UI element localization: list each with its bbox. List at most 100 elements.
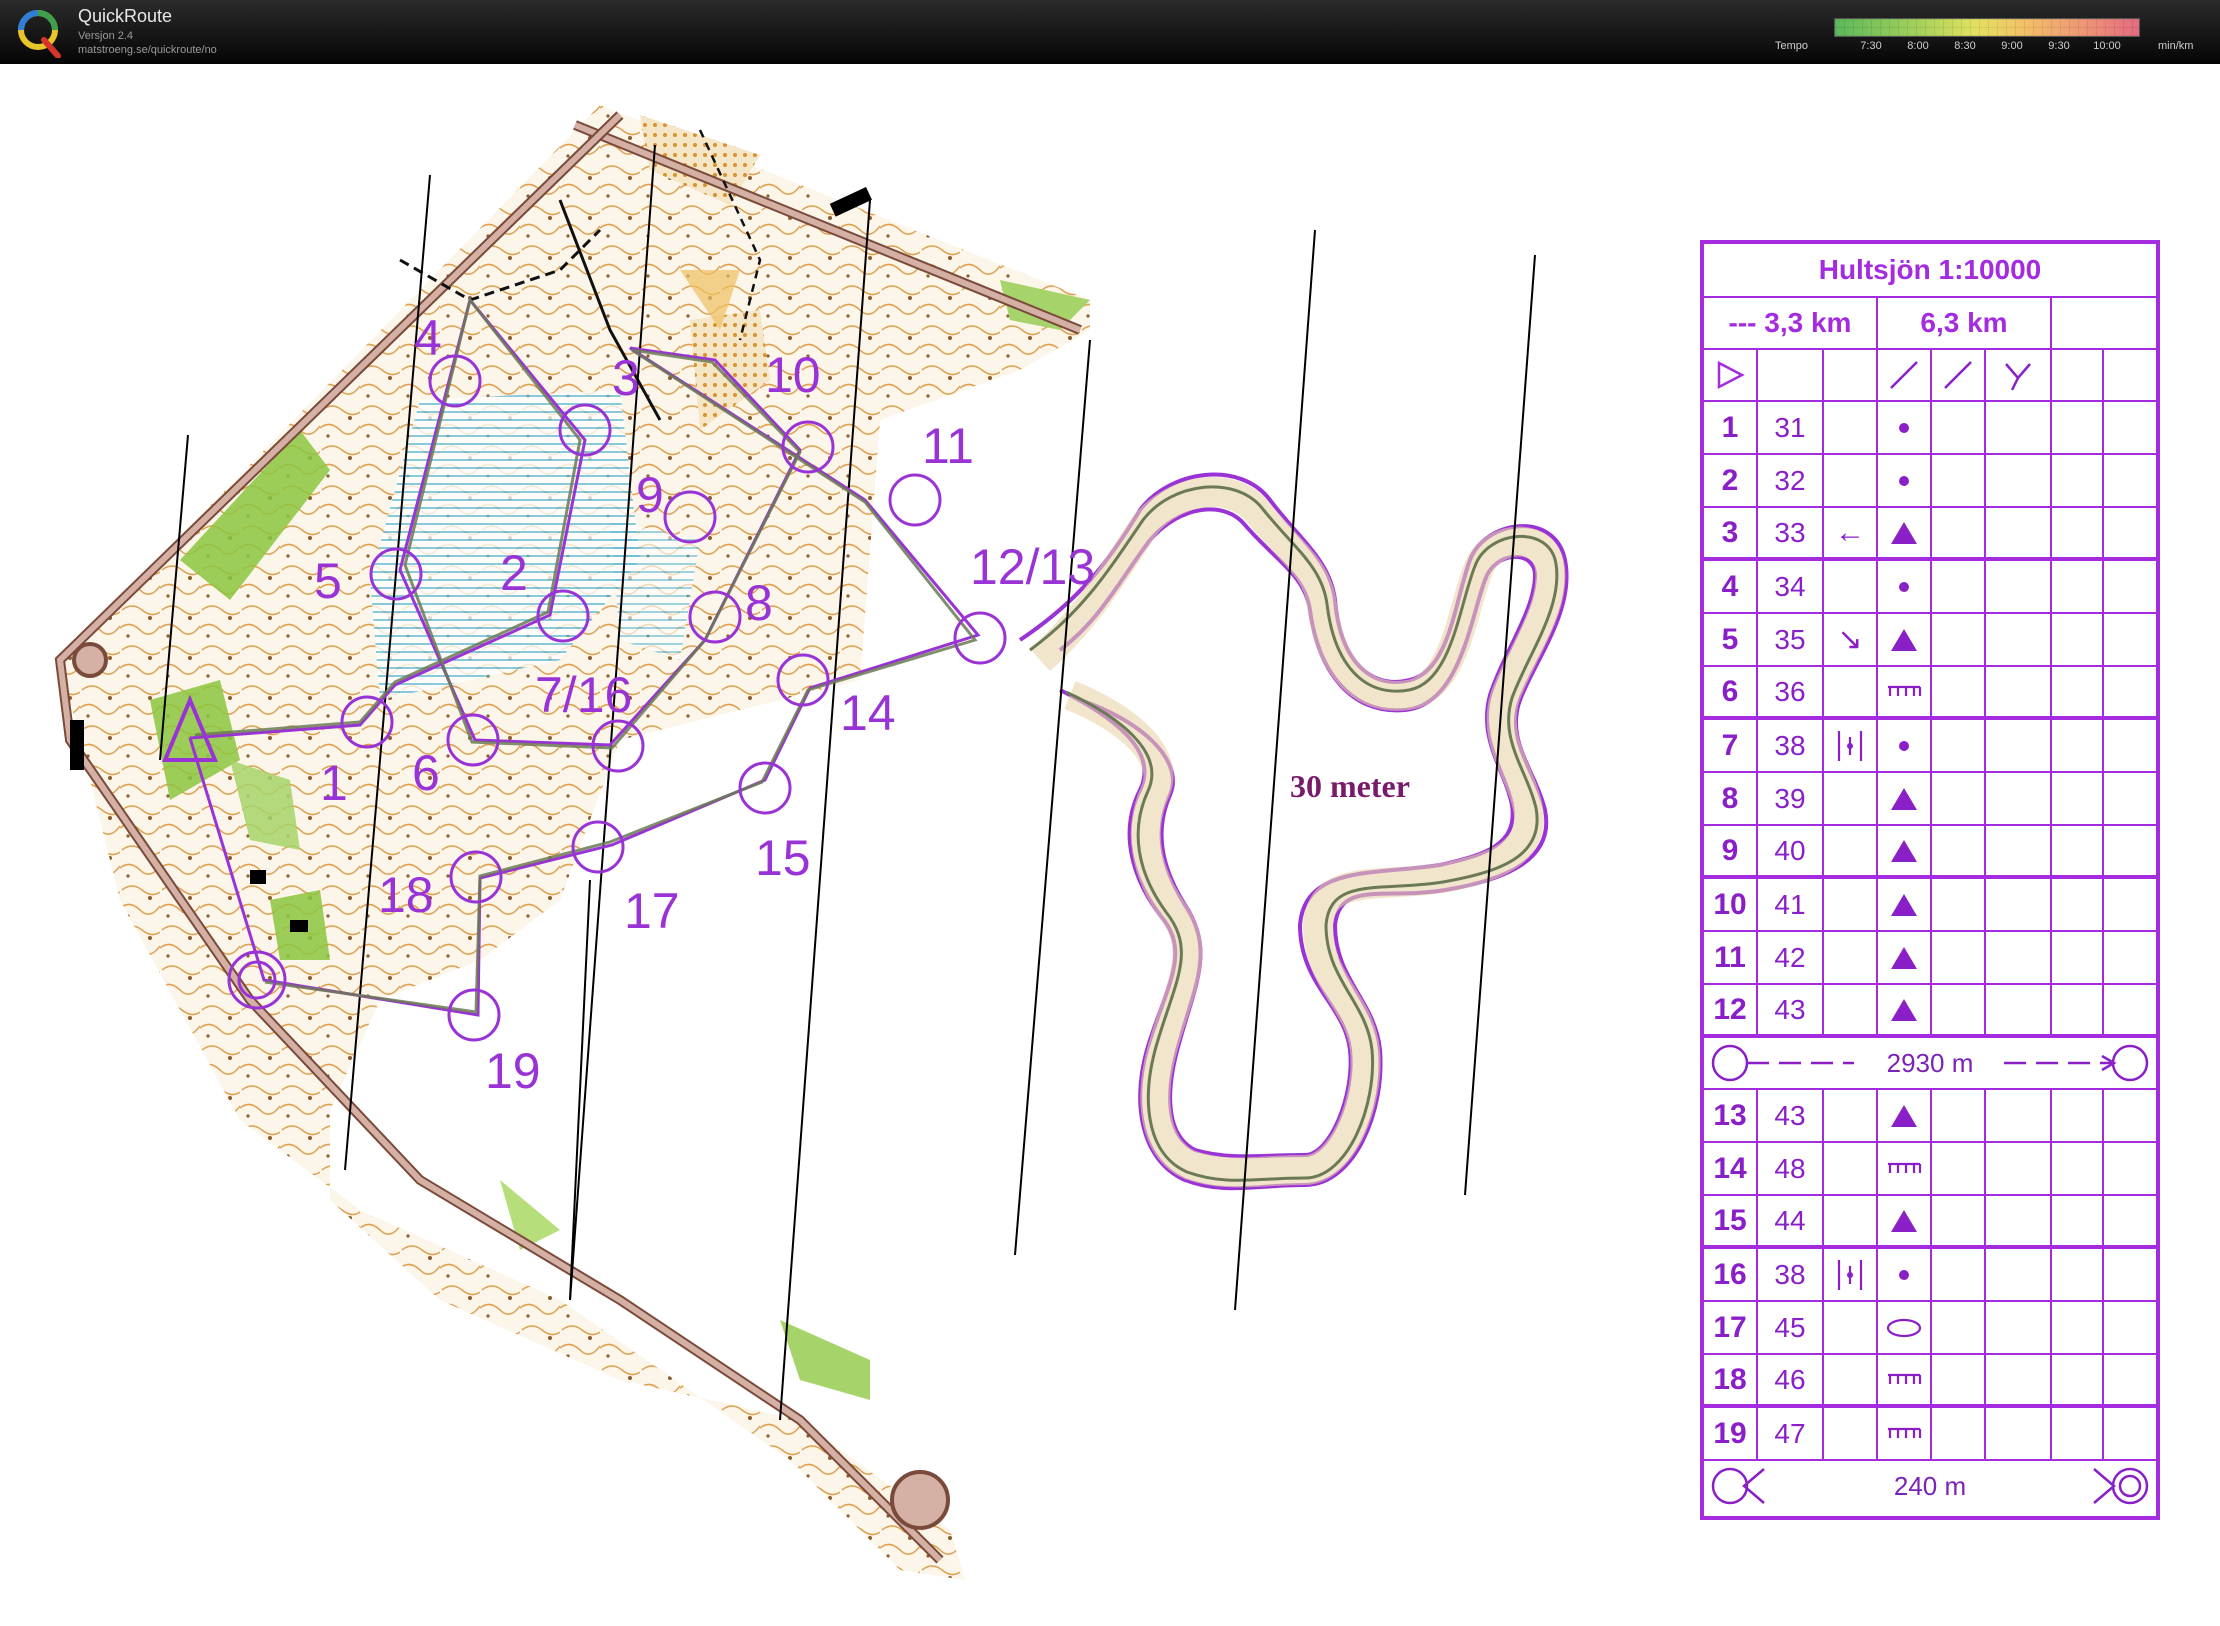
empty-cell [2050, 402, 2102, 453]
control-code: 41 [1756, 879, 1822, 930]
dot-icon [1876, 720, 1930, 771]
mid-distance: 2930 m [1886, 1047, 1974, 1078]
description-row: 3 33 ← [1704, 506, 2156, 559]
description-row: 4 34 [1704, 559, 2156, 612]
triangle-icon [1876, 773, 1930, 824]
start-row [1704, 348, 2156, 400]
empty-cell [2050, 879, 2102, 930]
triangle-icon [1876, 614, 1930, 665]
control-number: 8 [1721, 781, 1739, 815]
control-number: 14 [1713, 1151, 1747, 1185]
empty-cell [2050, 826, 2102, 875]
control-number: 4 [1721, 569, 1739, 603]
empty-cell [2102, 508, 2156, 557]
control-label: 15 [755, 830, 811, 886]
control-number: 15 [1713, 1203, 1747, 1237]
path-icon [1876, 350, 1930, 400]
building [70, 720, 84, 770]
control-label: 17 [624, 883, 680, 939]
empty-cell [1930, 667, 1984, 716]
control-label: 11 [922, 418, 974, 474]
tempo-tick: 9:00 [2001, 40, 2023, 52]
control-label: 8 [745, 575, 773, 631]
empty-cell [1930, 1090, 1984, 1141]
control-label: 5 [314, 553, 342, 609]
empty-cell [1984, 1249, 2050, 1300]
empty-cell [1930, 455, 1984, 506]
empty-cell [2050, 932, 2102, 983]
control-code: 31 [1756, 402, 1822, 453]
triangle-icon [1876, 879, 1930, 930]
empty-cell [1984, 826, 2050, 875]
empty-cell [2102, 879, 2156, 930]
building [290, 920, 308, 932]
empty-cell [1930, 561, 1984, 612]
which-feature [1822, 1408, 1876, 1459]
empty-cell [2102, 667, 2156, 716]
empty-cell [2102, 1408, 2156, 1459]
oval-icon [1876, 1302, 1930, 1353]
which-feature [1822, 932, 1876, 983]
control-number: 17 [1713, 1310, 1747, 1344]
dot-icon [1876, 402, 1930, 453]
comb-icon [1876, 1143, 1930, 1194]
control-number: 3 [1721, 515, 1739, 549]
app-url[interactable]: matstroeng.se/quickroute/no [78, 44, 217, 56]
empty-cell [2050, 561, 2102, 612]
empty-cell [1930, 402, 1984, 453]
which-feature [1822, 1143, 1876, 1194]
control-label: 14 [840, 685, 896, 741]
control-number: 9 [1721, 833, 1739, 867]
control-code: 45 [1756, 1302, 1822, 1353]
empty-cell [1984, 1143, 2050, 1194]
dot-icon [1876, 561, 1930, 612]
empty-cell [2050, 1355, 2102, 1404]
empty-cell [2102, 614, 2156, 665]
which-feature [1822, 1302, 1876, 1353]
empty-cell [2102, 826, 2156, 875]
description-row: 16 38 [1704, 1247, 2156, 1300]
tempo-color-scale [1834, 18, 2140, 37]
path-fork-icon [1984, 350, 2050, 400]
empty-cell [1984, 985, 2050, 1034]
empty-cell [2102, 1143, 2156, 1194]
control-code: 33 [1756, 508, 1822, 557]
control-description-sheet: Hultsjön 1:10000 --- 3,3 km 6,3 km 1 31 2 3… [1700, 240, 2160, 1520]
empty-cell [1984, 508, 2050, 557]
dot-icon [1876, 455, 1930, 506]
mid-distance-row: 2930 m [1704, 1036, 2156, 1088]
empty-cell [1984, 879, 2050, 930]
empty-cell [2050, 720, 2102, 771]
distance-right: 6,3 km [1876, 298, 2050, 348]
empty-cell [2102, 1355, 2156, 1404]
description-row: 10 41 [1704, 877, 2156, 930]
empty-cell [1984, 1302, 2050, 1353]
description-row: 13 43 [1704, 1088, 2156, 1141]
empty-cell [2102, 561, 2156, 612]
empty-cell [1930, 1249, 1984, 1300]
control-code: 39 [1756, 773, 1822, 824]
triangle-icon [1876, 1196, 1930, 1245]
control-label: 19 [485, 1043, 541, 1099]
control-11 [888, 473, 942, 527]
distance-left: --- 3,3 km [1728, 307, 1852, 338]
dot-icon [1876, 1249, 1930, 1300]
empty-cell [2102, 720, 2156, 771]
control-label: 1 [320, 755, 348, 811]
sheet-title: Hultsjön 1:10000 [1818, 254, 2042, 285]
empty-cell [2102, 1302, 2156, 1353]
direction-icon: ↘ [1822, 614, 1876, 665]
path-icon [1930, 350, 1984, 400]
empty-cell [2050, 1408, 2102, 1459]
description-row: 2 32 [1704, 453, 2156, 506]
control-number: 2 [1721, 463, 1739, 497]
app-name: QuickRoute [78, 6, 173, 26]
map-terrain-area [60, 105, 1090, 1580]
description-row: 7 38 [1704, 718, 2156, 771]
description-row: 19 47 [1704, 1406, 2156, 1459]
tempo-tick: 9:30 [2048, 40, 2070, 52]
control-label: 9 [636, 467, 664, 523]
empty-cell [2050, 298, 2156, 348]
control-code: 35 [1756, 614, 1822, 665]
control-label: 18 [378, 867, 434, 923]
